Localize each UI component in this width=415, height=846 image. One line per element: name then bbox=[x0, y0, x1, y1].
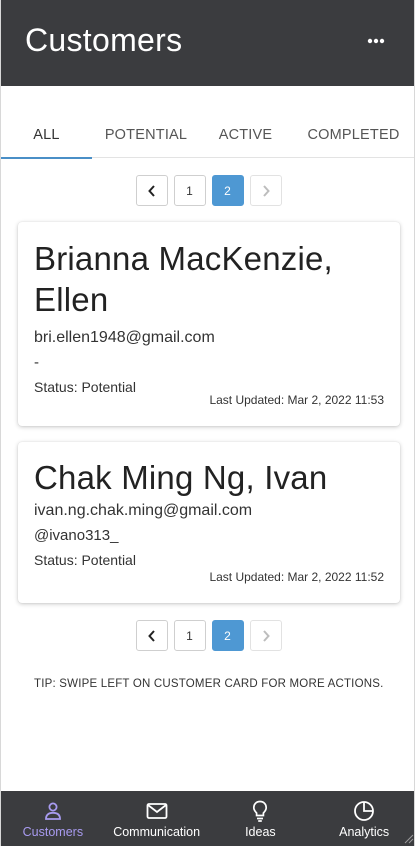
tab-potential[interactable]: POTENTIAL bbox=[92, 112, 200, 158]
resize-grip-icon bbox=[404, 834, 414, 844]
page-2-button[interactable]: 2 bbox=[211, 175, 244, 206]
customer-name: Brianna MacKenzie, Ellen bbox=[34, 240, 333, 318]
customer-social: - bbox=[34, 354, 39, 371]
customer-card[interactable]: Brianna MacKenzie, Ellen bri.ellen1948@g… bbox=[18, 222, 400, 426]
swipe-tip: TIP: SWIPE LEFT ON CUSTOMER CARD FOR MOR… bbox=[34, 678, 384, 690]
next-page-button[interactable] bbox=[249, 175, 282, 206]
bottom-nav: Customers Communication Ideas Analytics bbox=[1, 791, 414, 846]
chevron-right-icon bbox=[262, 629, 270, 642]
pagination-top: 1 2 bbox=[1, 175, 414, 207]
app-frame: Customers ALL POTENTIAL ACTIVE COMPLETED… bbox=[0, 0, 415, 846]
page-2-button[interactable]: 2 bbox=[211, 620, 244, 651]
customer-last-updated: Last Updated: Mar 2, 2022 11:52 bbox=[209, 570, 384, 584]
customer-last-updated: Last Updated: Mar 2, 2022 11:53 bbox=[209, 393, 384, 407]
person-icon bbox=[44, 802, 61, 820]
filter-tabs: ALL POTENTIAL ACTIVE COMPLETED bbox=[1, 112, 414, 159]
chevron-left-icon bbox=[147, 629, 155, 642]
page-1-button[interactable]: 1 bbox=[173, 620, 206, 651]
nav-label: Customers bbox=[22, 825, 84, 839]
tab-all[interactable]: ALL bbox=[1, 112, 92, 159]
nav-label: Analytics bbox=[339, 825, 390, 839]
nav-item-customers[interactable]: Customers bbox=[1, 791, 105, 846]
nav-item-ideas[interactable]: Ideas bbox=[209, 791, 313, 846]
pagination-bottom: 1 2 bbox=[1, 620, 414, 652]
mail-icon bbox=[146, 803, 168, 819]
tab-completed[interactable]: COMPLETED bbox=[291, 112, 414, 158]
prev-page-button[interactable] bbox=[135, 175, 168, 206]
pie-chart-icon bbox=[354, 801, 375, 821]
customer-email: bri.ellen1948@gmail.com bbox=[34, 329, 215, 346]
customer-name: Chak Ming Ng, Ivan bbox=[34, 459, 328, 496]
page-1-button[interactable]: 1 bbox=[173, 175, 206, 206]
nav-label: Ideas bbox=[245, 825, 276, 839]
app-header: Customers bbox=[1, 0, 414, 86]
nav-label: Communication bbox=[113, 825, 201, 839]
page-title: Customers bbox=[25, 21, 183, 58]
customer-card[interactable]: Chak Ming Ng, Ivan ivan.ng.chak.ming@gma… bbox=[18, 442, 400, 603]
lightbulb-icon bbox=[253, 800, 268, 822]
customer-status: Status: Potential bbox=[34, 552, 136, 568]
chevron-right-icon bbox=[262, 184, 270, 197]
tab-active[interactable]: ACTIVE bbox=[200, 112, 291, 158]
customer-email: ivan.ng.chak.ming@gmail.com bbox=[34, 502, 253, 519]
more-horizontal-icon bbox=[367, 38, 385, 44]
nav-item-communication[interactable]: Communication bbox=[105, 791, 209, 846]
next-page-button[interactable] bbox=[249, 620, 282, 651]
nav-item-analytics[interactable]: Analytics bbox=[312, 791, 414, 846]
more-options-button[interactable] bbox=[362, 27, 390, 55]
customer-social: @ivano313_ bbox=[34, 527, 119, 544]
prev-page-button[interactable] bbox=[135, 620, 168, 651]
chevron-left-icon bbox=[147, 184, 155, 197]
